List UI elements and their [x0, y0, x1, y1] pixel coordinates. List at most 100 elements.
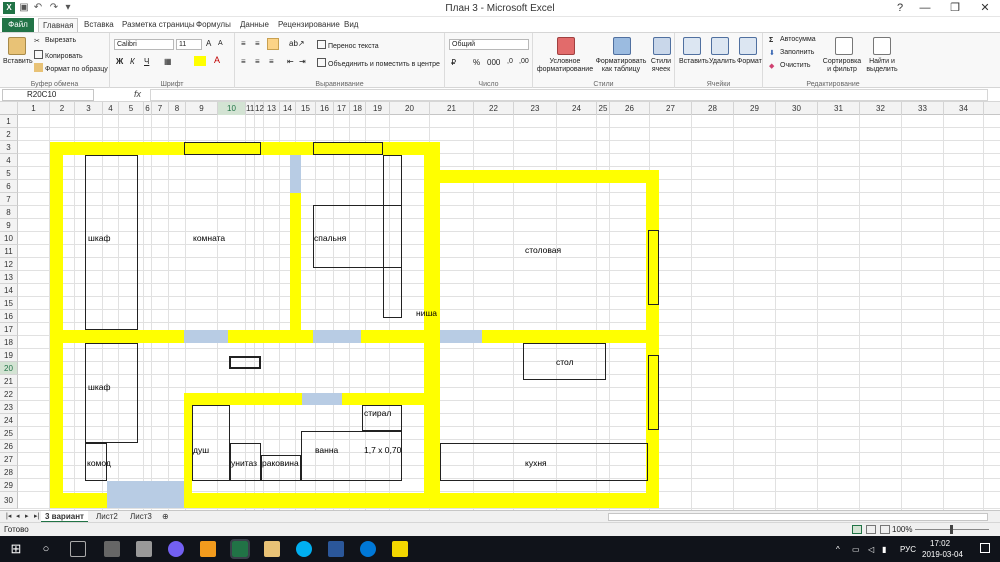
row-header[interactable]: 15	[0, 297, 18, 310]
increase-indent-icon[interactable]: ⇥	[299, 57, 306, 66]
clock-date[interactable]: 2019-03-04	[922, 550, 963, 559]
row-header[interactable]: 7	[0, 193, 18, 206]
cut-button[interactable]: ✂ Вырезать	[34, 37, 76, 46]
normal-view-icon[interactable]	[852, 525, 862, 534]
align-middle-icon[interactable]: ≡	[255, 39, 260, 48]
cell-styles-button[interactable]: Стили ячеек	[647, 58, 675, 74]
column-header[interactable]: 16	[316, 102, 334, 115]
align-top-icon[interactable]: ≡	[241, 39, 246, 48]
row-header[interactable]: 5	[0, 167, 18, 180]
align-center-icon[interactable]: ≡	[255, 57, 260, 66]
column-header[interactable]: 18	[350, 102, 366, 115]
tab-formulas[interactable]: Формулы	[192, 18, 235, 32]
row-header[interactable]: 27	[0, 453, 18, 466]
column-header[interactable]: 34	[944, 102, 984, 115]
conditional-formatting-button[interactable]: Условное форматирование	[535, 58, 595, 74]
autosum-button[interactable]: Σ Автосумма	[769, 36, 816, 46]
percent-icon[interactable]: %	[473, 58, 480, 67]
word-icon[interactable]	[328, 541, 344, 557]
tab-page-layout[interactable]: Разметка страницы	[118, 18, 199, 32]
column-header[interactable]: 26	[610, 102, 650, 115]
font-color-icon[interactable]: A	[214, 55, 220, 65]
restore-button[interactable]: ❐	[940, 0, 970, 17]
underline-icon[interactable]: Ч	[144, 57, 149, 66]
column-header[interactable]: 9	[186, 102, 218, 115]
skype-icon[interactable]	[296, 541, 312, 557]
decrease-decimal-icon[interactable]: ,00	[519, 58, 529, 65]
column-header[interactable]: 5	[119, 102, 144, 115]
row-header[interactable]: 12	[0, 258, 18, 271]
align-right-icon[interactable]: ≡	[269, 57, 274, 66]
row-header[interactable]: 28	[0, 466, 18, 479]
volume-icon[interactable]: ◁	[868, 545, 874, 554]
row-header[interactable]: 22	[0, 388, 18, 401]
column-header[interactable]: 21	[430, 102, 474, 115]
fill-button[interactable]: ⬇ Заполнить	[769, 49, 814, 58]
font-size-select[interactable]: 11	[176, 39, 202, 50]
column-header[interactable]: 14	[280, 102, 296, 115]
row-header[interactable]: 1	[0, 115, 18, 128]
notes-icon[interactable]	[392, 541, 408, 557]
zoom-level[interactable]: 100%	[892, 525, 912, 534]
tab-review[interactable]: Рецензирование	[274, 18, 344, 32]
store-icon[interactable]	[136, 541, 152, 557]
insert-function-icon[interactable]: fx	[134, 89, 141, 99]
insert-cells-button[interactable]: Вставить	[679, 58, 709, 65]
merge-center-button[interactable]: Объединить и поместить в центре	[317, 58, 440, 68]
column-header[interactable]: 29	[734, 102, 776, 115]
column-header[interactable]: 1	[18, 102, 50, 115]
row-header[interactable]: 19	[0, 349, 18, 362]
currency-icon[interactable]: ₽	[451, 58, 456, 67]
row-header[interactable]: 11	[0, 245, 18, 258]
column-header[interactable]: 6	[144, 102, 152, 115]
minimize-button[interactable]: —	[910, 0, 940, 17]
cell-grid[interactable]: шкаф комната спальня столовая ниша шкаф …	[18, 115, 1000, 510]
clear-button[interactable]: ◆ Очистить	[769, 62, 810, 71]
tray-chevron-icon[interactable]: ^	[836, 545, 840, 554]
notifications-icon[interactable]	[980, 543, 990, 553]
column-header[interactable]: 13	[264, 102, 280, 115]
column-header[interactable]: 27	[650, 102, 692, 115]
format-cells-button[interactable]: Формат	[737, 58, 762, 65]
mail-icon[interactable]	[104, 541, 120, 557]
column-header[interactable]: 3	[75, 102, 103, 115]
align-bottom-icon[interactable]	[267, 38, 279, 50]
fill-color-icon[interactable]	[194, 56, 206, 66]
select-all-corner[interactable]	[0, 102, 18, 115]
edge-icon[interactable]	[360, 541, 376, 557]
row-header[interactable]: 29	[0, 479, 18, 492]
row-header[interactable]: 20	[0, 362, 18, 375]
row-header[interactable]: 6	[0, 180, 18, 193]
row-header[interactable]: 3	[0, 141, 18, 154]
column-header[interactable]: 4	[103, 102, 119, 115]
format-as-table-button[interactable]: Форматировать как таблицу	[595, 58, 647, 74]
row-header[interactable]: 14	[0, 284, 18, 297]
column-header[interactable]: 28	[692, 102, 734, 115]
zoom-slider-thumb[interactable]	[950, 525, 953, 534]
horizontal-scrollbar[interactable]	[608, 513, 988, 521]
comma-style-icon[interactable]: 000	[487, 58, 500, 67]
page-break-view-icon[interactable]	[880, 525, 890, 534]
column-header[interactable]: 17	[334, 102, 350, 115]
sort-filter-button[interactable]: Сортировка и фильтр	[821, 58, 863, 74]
excel-taskbar-icon[interactable]	[230, 539, 250, 559]
row-header[interactable]: 13	[0, 271, 18, 284]
column-header[interactable]: 24	[557, 102, 597, 115]
paste-icon[interactable]	[8, 37, 26, 55]
column-header[interactable]: 31	[818, 102, 860, 115]
column-header[interactable]: 30	[776, 102, 818, 115]
column-header[interactable]: 22	[474, 102, 514, 115]
row-header[interactable]: 2	[0, 128, 18, 141]
borders-icon[interactable]: ▦	[164, 57, 172, 66]
task-view-icon[interactable]	[70, 541, 86, 557]
row-header[interactable]: 21	[0, 375, 18, 388]
tab-insert[interactable]: Вставка	[80, 18, 118, 32]
row-header[interactable]: 16	[0, 310, 18, 323]
column-header[interactable]: 20	[390, 102, 430, 115]
grow-font-icon[interactable]: A	[206, 39, 211, 48]
column-header[interactable]: 32	[860, 102, 902, 115]
decrease-indent-icon[interactable]: ⇤	[287, 57, 294, 66]
column-header[interactable]: 25	[597, 102, 610, 115]
battery-icon[interactable]: ▮	[882, 545, 886, 554]
font-name-select[interactable]: Calibri	[114, 39, 174, 50]
